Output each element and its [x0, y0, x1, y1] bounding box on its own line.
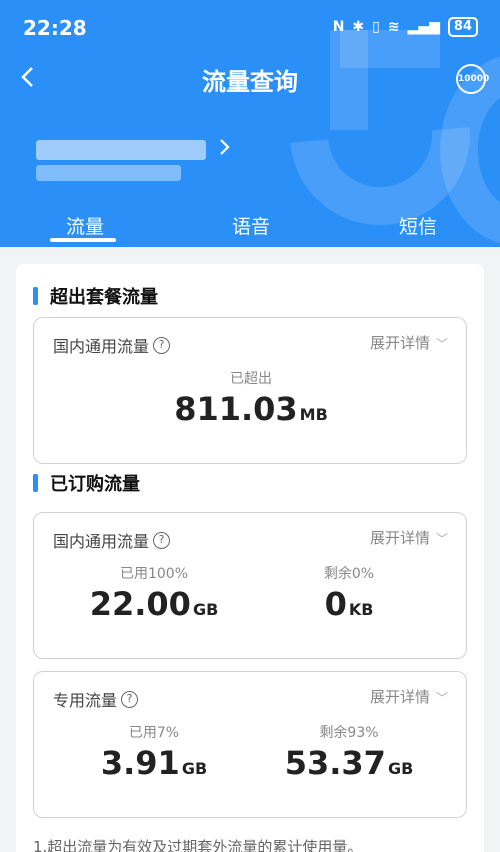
status-bar: 22:28 N ✱ ▯ ≋ ▂▄▆ 84 [0, 0, 500, 52]
expand-details-button[interactable]: 展开详情 ﹀ [370, 686, 448, 707]
box-label: 国内通用流量 ? [53, 528, 171, 552]
header: 22:28 N ✱ ▯ ≋ ▂▄▆ 84 流量查询 10000 流量 语音 短信 [0, 0, 500, 247]
tab-data[interactable]: 流量 [66, 212, 104, 239]
status-icons: N ✱ ▯ ≋ ▂▄▆ 84 [333, 17, 478, 37]
used-stat: 已用100% 22.00 GB [89, 566, 219, 623]
expand-details-button[interactable]: 展开详情 ﹀ [370, 332, 448, 353]
tab-bar: 流量 语音 短信 [0, 208, 500, 247]
nfc-icon: N [332, 19, 345, 35]
section-marker [33, 287, 38, 305]
footnote: 1.超出流量为有效及过期套外流量的累计使用量。 [33, 838, 363, 852]
box-label: 国内通用流量 ? [53, 333, 171, 357]
help-icon[interactable]: ? [153, 531, 171, 549]
section-title-subscribed: 已订购流量 [33, 470, 140, 496]
chevron-down-icon: ﹀ [435, 337, 448, 351]
chevron-down-icon: ﹀ [435, 691, 448, 705]
overage-stat: 已超出 811.03 MB [174, 371, 328, 428]
dedicated-data-box: 专用流量 ? 展开详情 ﹀ 已用7% 3.91 GB 剩余93% 53.37 GB [33, 671, 467, 818]
tab-voice[interactable]: 语音 [232, 212, 270, 239]
remaining-stat: 剩余0% 0 KB [323, 566, 375, 623]
remaining-stat: 剩余93% 53.37 GB [284, 725, 414, 782]
page-title: 流量查询 [202, 68, 298, 96]
bluetooth-icon: ✱ [352, 19, 365, 35]
account-number-blurred[interactable] [36, 140, 206, 160]
chevron-right-icon[interactable] [218, 136, 232, 163]
signal-icon: ▂▄▆ [407, 19, 440, 35]
chevron-down-icon: ﹀ [435, 532, 448, 546]
vibrate-icon: ▯ [372, 19, 380, 35]
status-time: 22:28 [23, 16, 87, 40]
expand-details-button[interactable]: 展开详情 ﹀ [370, 527, 448, 548]
tab-sms[interactable]: 短信 [399, 212, 437, 239]
overage-domestic-box: 国内通用流量 ? 展开详情 ﹀ 已超出 811.03 MB [33, 317, 467, 464]
wifi-icon: ≋ [387, 19, 400, 35]
battery-icon: 84 [447, 17, 478, 37]
tab-active-indicator [50, 238, 116, 242]
section-title-overage: 超出套餐流量 [33, 283, 158, 309]
help-icon[interactable]: ? [121, 690, 139, 708]
box-label: 专用流量 ? [53, 687, 139, 711]
help-icon[interactable]: ? [153, 336, 171, 354]
service-10000-icon[interactable]: 10000 [456, 64, 489, 94]
subscribed-domestic-box: 国内通用流量 ? 展开详情 ﹀ 已用100% 22.00 GB 剩余0% 0 KB [33, 512, 467, 659]
used-stat: 已用7% 3.91 GB [100, 725, 208, 782]
section-marker [33, 474, 38, 492]
account-plan-blurred [36, 165, 181, 181]
